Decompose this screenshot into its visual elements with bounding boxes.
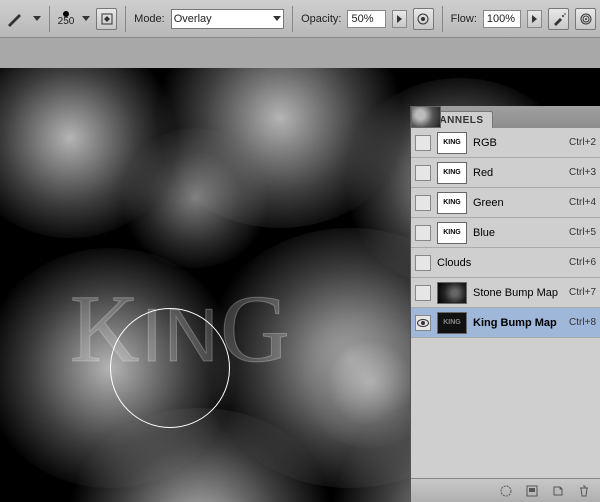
channel-name: Clouds bbox=[437, 257, 563, 269]
channel-shortcut: Ctrl+8 bbox=[569, 317, 596, 328]
opacity-flyout[interactable] bbox=[392, 10, 407, 28]
flow-label: Flow: bbox=[451, 13, 477, 25]
brush-panel-toggle[interactable] bbox=[96, 8, 117, 30]
channel-shortcut: Ctrl+2 bbox=[569, 137, 596, 148]
channel-thumbnail: KING bbox=[437, 312, 467, 334]
visibility-toggle[interactable] bbox=[415, 315, 431, 331]
brush-size-value: 250 bbox=[58, 17, 75, 27]
visibility-toggle[interactable] bbox=[415, 165, 431, 181]
blend-mode-value: Overlay bbox=[174, 13, 212, 25]
visibility-toggle[interactable] bbox=[415, 135, 431, 151]
tablet-opacity-toggle[interactable] bbox=[413, 8, 434, 30]
channel-thumbnail bbox=[437, 282, 467, 304]
visibility-toggle[interactable] bbox=[415, 225, 431, 241]
channel-thumbnail: KING bbox=[437, 132, 467, 154]
channel-name: Green bbox=[473, 197, 563, 209]
channel-name: King Bump Map bbox=[473, 317, 563, 329]
mode-label: Mode: bbox=[134, 13, 165, 25]
channel-thumbnail: KING bbox=[437, 162, 467, 184]
channel-shortcut: Ctrl+5 bbox=[569, 227, 596, 238]
visibility-toggle[interactable] bbox=[415, 255, 431, 271]
channels-panel: CHANNELS KINGRGBCtrl+2KINGRedCtrl+3KINGG… bbox=[410, 106, 600, 502]
options-bar: 250 Mode: Overlay Opacity: 50% Flow: 100… bbox=[0, 0, 600, 38]
load-selection-icon[interactable] bbox=[498, 483, 514, 499]
tool-preset-picker[interactable] bbox=[33, 16, 41, 21]
save-selection-icon[interactable] bbox=[524, 483, 540, 499]
channels-list: KING RGB Ctrl+2 KING Red Ctrl+3 KING Green Ctrl+… bbox=[411, 128, 600, 478]
visibility-toggle[interactable] bbox=[415, 195, 431, 211]
channel-name: RGB bbox=[473, 137, 563, 149]
channel-row[interactable]: KING Red Ctrl+3 bbox=[411, 158, 600, 188]
brush-preset-picker[interactable] bbox=[82, 16, 90, 21]
channel-row[interactable]: KING RGB Ctrl+2 bbox=[411, 128, 600, 158]
panel-footer bbox=[411, 478, 600, 502]
channel-name: Red bbox=[473, 167, 563, 179]
flow-field[interactable]: 100% bbox=[483, 10, 521, 28]
brush-preset-preview[interactable]: 250 bbox=[58, 11, 75, 27]
channel-row[interactable]: Stone Bump Map Ctrl+7 bbox=[411, 278, 600, 308]
visibility-toggle[interactable] bbox=[415, 285, 431, 301]
channel-shortcut: Ctrl+4 bbox=[569, 197, 596, 208]
channel-row[interactable]: KING Green Ctrl+4 bbox=[411, 188, 600, 218]
opacity-field[interactable]: 50% bbox=[347, 10, 385, 28]
eye-icon bbox=[417, 319, 429, 327]
brush-tool-icon[interactable] bbox=[4, 8, 25, 30]
channel-name: Blue bbox=[473, 227, 563, 239]
new-channel-icon[interactable] bbox=[550, 483, 566, 499]
tablet-size-toggle[interactable] bbox=[575, 8, 596, 30]
channel-shortcut: Ctrl+3 bbox=[569, 167, 596, 178]
airbrush-toggle[interactable] bbox=[548, 8, 569, 30]
channel-row[interactable]: KING King Bump Map Ctrl+8 bbox=[411, 308, 600, 338]
channel-shortcut: Ctrl+7 bbox=[569, 287, 596, 298]
channel-row[interactable]: Clouds Ctrl+6 bbox=[411, 248, 600, 278]
opacity-label: Opacity: bbox=[301, 13, 341, 25]
channel-name: Stone Bump Map bbox=[473, 287, 563, 299]
channel-row[interactable]: KING Blue Ctrl+5 bbox=[411, 218, 600, 248]
delete-channel-icon[interactable] bbox=[576, 483, 592, 499]
channel-shortcut: Ctrl+6 bbox=[569, 257, 596, 268]
flow-flyout[interactable] bbox=[527, 10, 542, 28]
channel-thumbnail: KING bbox=[437, 222, 467, 244]
channel-thumbnail: KING bbox=[437, 192, 467, 214]
blend-mode-select[interactable]: Overlay bbox=[171, 9, 284, 29]
